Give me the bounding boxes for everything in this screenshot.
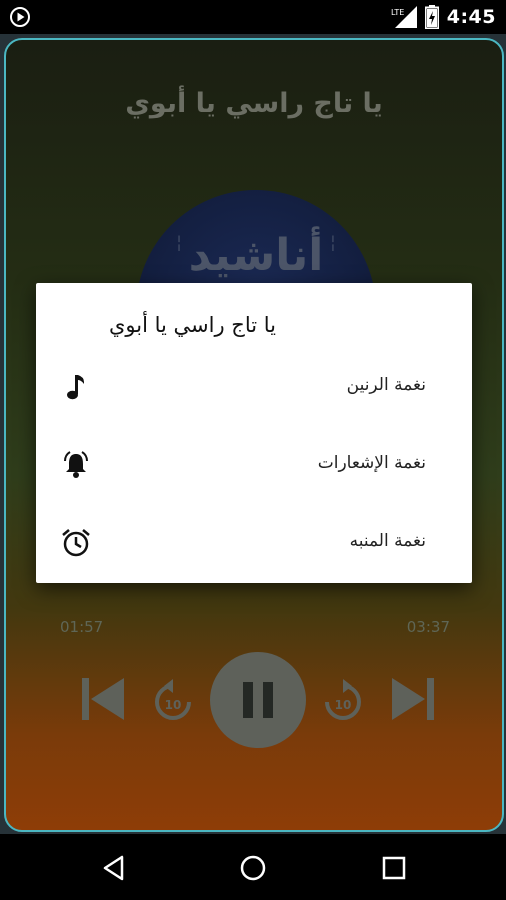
music-note-icon (67, 375, 84, 400)
bell-ring-icon (64, 451, 88, 478)
home-icon[interactable] (239, 854, 267, 882)
set-ringtone-item[interactable]: نغمة الرنين (36, 355, 472, 419)
recents-icon[interactable] (380, 854, 408, 882)
set-alarm-item[interactable]: نغمة المنبه (36, 511, 472, 575)
navigation-bar (0, 834, 506, 900)
set-ringtone-label: نغمة الرنين (346, 375, 426, 395)
set-alarm-label: نغمة المنبه (349, 531, 426, 551)
svg-text:LTE: LTE (391, 8, 404, 17)
ringtone-dialog: يا تاج راسي يا أبوي نغمة الرنين نغمة الإ… (36, 283, 472, 583)
dialog-title: يا تاج راسي يا أبوي (108, 313, 276, 337)
battery-charging-icon (424, 5, 439, 29)
status-time: 4:45 (446, 6, 496, 28)
lte-signal-icon: LTE (391, 6, 417, 28)
status-bar: LTE 4:45 (0, 0, 506, 34)
alarm-clock-icon (62, 529, 90, 557)
set-notification-label: نغمة الإشعارات (317, 453, 426, 473)
play-circle-icon (10, 7, 30, 27)
set-notification-item[interactable]: نغمة الإشعارات (36, 433, 472, 497)
back-icon[interactable] (100, 854, 128, 882)
